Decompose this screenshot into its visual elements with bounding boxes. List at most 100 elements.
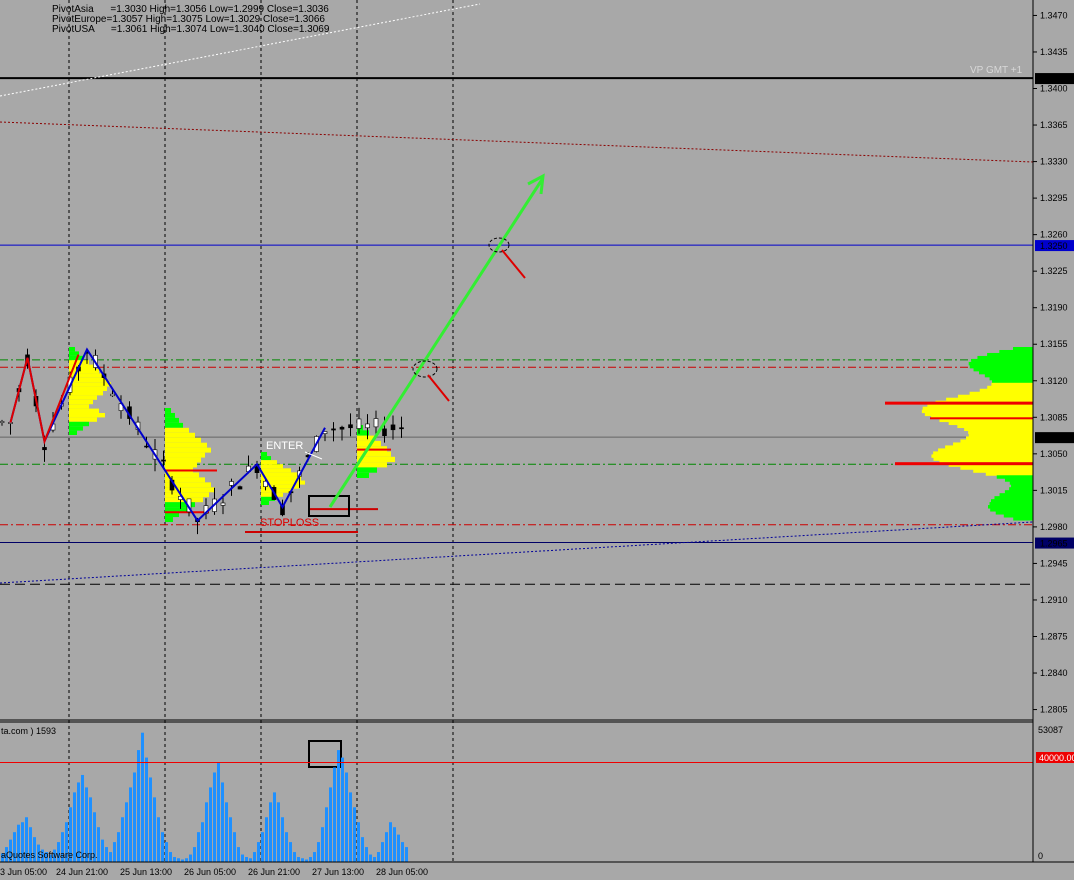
volume-bar (385, 832, 388, 862)
volume-bar (277, 802, 280, 862)
volume-bar (173, 857, 176, 862)
candle-body (229, 481, 234, 486)
price-tag-label: 1.3066 (1040, 433, 1068, 443)
composite-profile-bar (996, 475, 1033, 479)
composite-profile-bar (960, 439, 1033, 443)
target-marker-tick (501, 249, 526, 279)
composite-profile-bar (987, 385, 1033, 390)
price-tick-label: 1.3295 (1040, 193, 1068, 203)
volume-bar (257, 842, 260, 862)
session-profile (165, 457, 201, 463)
session-profile (69, 391, 103, 396)
volume-bar (193, 847, 196, 862)
composite-profile-bar (990, 508, 1033, 512)
composite-profile-bar (977, 355, 1033, 360)
candle-body (42, 447, 47, 451)
composite-profile-bar (945, 445, 1033, 449)
volume-bar (233, 832, 236, 862)
time-label: 27 Jun 13:00 (312, 867, 364, 877)
volume-bar (137, 750, 140, 862)
session-profile (165, 417, 179, 423)
session-profile (357, 467, 377, 473)
volume-bar (245, 857, 248, 862)
session-profile (357, 462, 387, 468)
composite-profile-bar (989, 502, 1033, 506)
candle-body (365, 423, 370, 429)
volume-bar (253, 852, 256, 862)
volume-bar (309, 857, 312, 862)
volume-bar (361, 837, 364, 862)
volume-zero-label: 0 (1038, 851, 1043, 861)
composite-profile-bar (922, 406, 1033, 411)
volume-bar (265, 817, 268, 862)
composite-profile-bar (999, 493, 1033, 497)
volume-bar (273, 792, 276, 862)
time-label: 28 Jun 05:00 (376, 867, 428, 877)
session-profile (165, 462, 197, 468)
volume-bar (333, 767, 336, 862)
session-profile (69, 417, 97, 422)
composite-profile-bar (1011, 484, 1033, 488)
composite-profile-bar (991, 382, 1033, 387)
volume-bar (169, 852, 172, 862)
candle-body (382, 428, 387, 437)
volume-bar (381, 842, 384, 862)
composite-profile-bar (991, 499, 1033, 503)
volume-bar (125, 802, 128, 862)
volume-bar (225, 802, 228, 862)
volume-bar (317, 842, 320, 862)
volume-bar (341, 757, 344, 862)
volume-bar (81, 774, 84, 862)
volume-bar (161, 832, 164, 862)
composite-profile-bar (969, 364, 1033, 369)
composite-profile-bar (968, 361, 1033, 366)
composite-profile-bar (933, 451, 1033, 455)
composite-profile-bar (1013, 347, 1033, 351)
price-tag-label: 1.2965 (1040, 539, 1068, 549)
profile-poc (165, 469, 217, 472)
volume-bar (165, 842, 168, 862)
volume-bar (153, 797, 156, 862)
price-axis: 1.3470 1.3435 1.3400 1.3365 1.3330 1.3295 1.32… (0, 0, 1074, 863)
profile-poc (357, 448, 391, 451)
composite-profile-bar (979, 370, 1033, 375)
session-profile (69, 347, 75, 352)
composite-profile-bar (992, 379, 1033, 384)
session-profile (165, 427, 189, 433)
volume-bar (353, 807, 356, 862)
session-profile (69, 426, 83, 431)
volume-bar (249, 858, 252, 862)
volume-bar (129, 787, 132, 862)
volume-bar (145, 757, 148, 862)
candle-body (390, 424, 396, 431)
volume-bar (121, 817, 124, 862)
trend-line-darkred (0, 121, 1034, 163)
target-arrow-line (328, 177, 545, 508)
session-profile (69, 377, 107, 383)
composite-profile-bar (957, 424, 1033, 429)
session-profile (165, 517, 173, 522)
composite-profile-bar (1009, 487, 1033, 491)
candle-body (144, 445, 149, 448)
volume-profiles (69, 347, 1033, 522)
session-profile (69, 382, 111, 387)
composite-profile-bar (948, 421, 1033, 426)
composite-profile-bar (931, 454, 1033, 458)
trend-line-navy (0, 521, 1034, 584)
session-profile (261, 468, 291, 473)
volume-bar (197, 832, 200, 862)
volume-title: ta.com ) 1593 (1, 726, 56, 736)
candle-body (331, 428, 336, 431)
composite-profile-bar (985, 472, 1033, 476)
composite-profile-bar (957, 394, 1033, 399)
session-profile (69, 399, 93, 405)
composite-profile-bar (966, 436, 1033, 440)
time-label: 3 Jun 05:00 (0, 867, 47, 877)
candle-body (8, 422, 13, 424)
session-profile (69, 430, 77, 435)
volume-bar (377, 852, 380, 862)
composite-profile-bar (924, 412, 1033, 417)
volume-bar (209, 787, 212, 862)
composite-profile-bar (953, 442, 1033, 446)
session-profile (261, 500, 269, 505)
